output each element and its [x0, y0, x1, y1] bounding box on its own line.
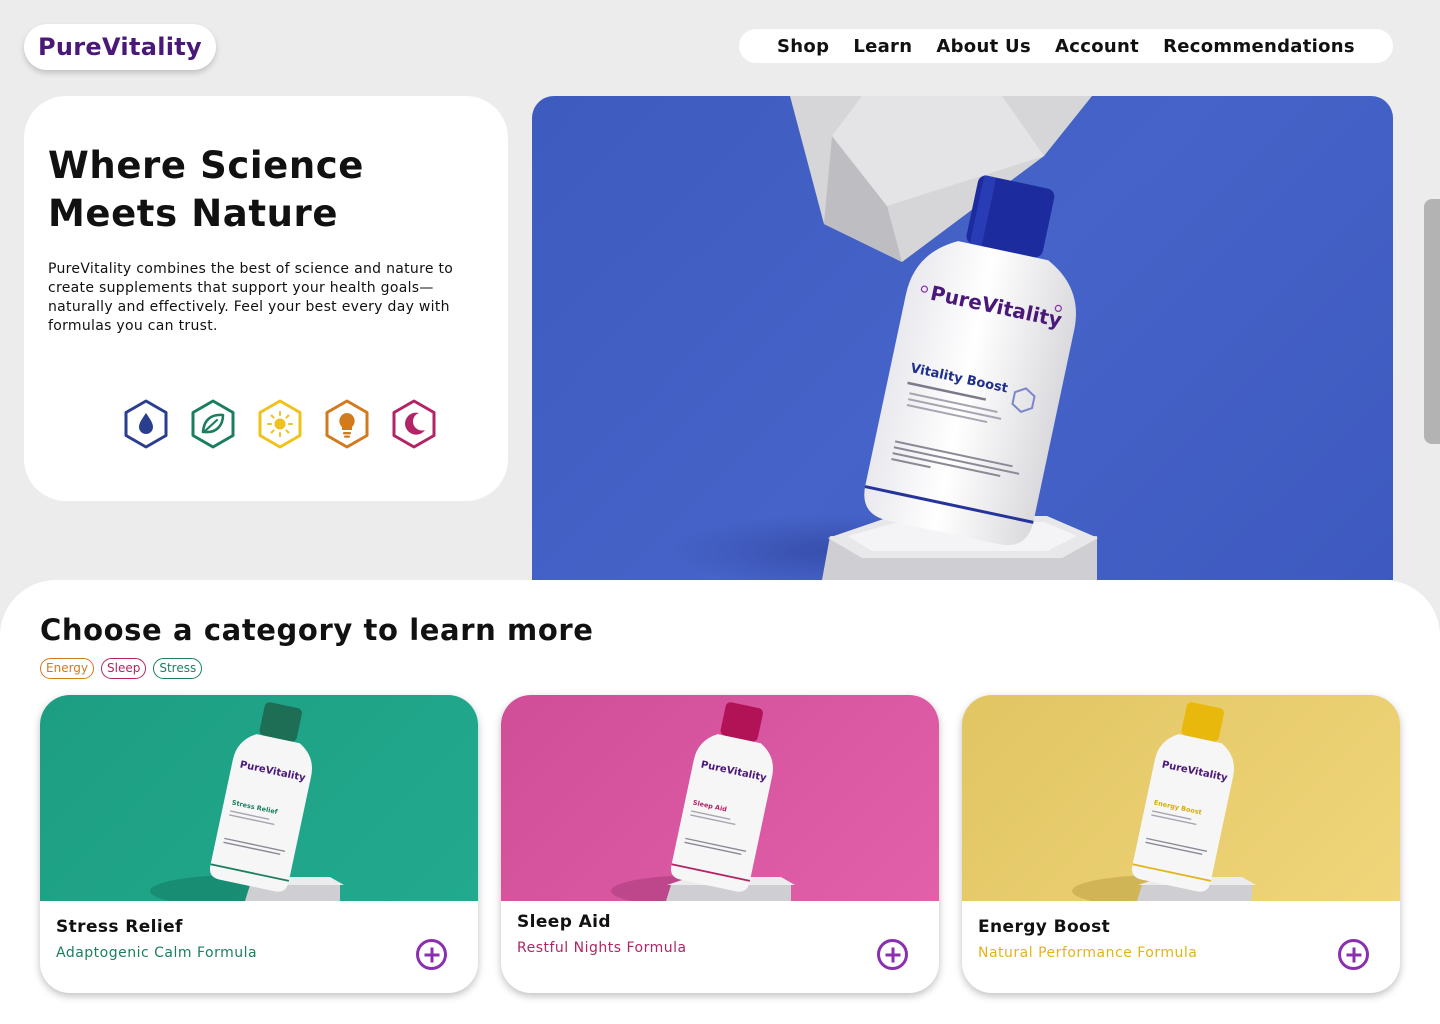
chip-energy[interactable]: Energy	[40, 658, 95, 679]
category-chips: Energy Sleep Stress	[40, 658, 203, 679]
hero-card: Where Science Meets Nature PureVitality …	[24, 96, 508, 501]
sleep-aid-image: PureVitality Sleep Aid	[501, 695, 939, 901]
card-title: Sleep Aid	[517, 912, 611, 932]
card-title: Stress Relief	[56, 917, 183, 937]
card-subtitle: Restful Nights Formula	[517, 940, 687, 956]
benefit-icons	[123, 399, 437, 449]
category-section: Choose a category to learn more Energy S…	[0, 580, 1440, 1024]
hero-product-image: PureVitality Vitality Boost	[532, 96, 1393, 580]
scrollbar[interactable]	[1424, 199, 1440, 444]
brand-name: PureVitality	[37, 33, 202, 61]
nav-shop[interactable]: Shop	[777, 36, 829, 57]
vitality-boost-bottle-image: PureVitality Vitality Boost	[672, 96, 1098, 580]
add-sleep-aid-button[interactable]	[877, 939, 908, 970]
hero-description: PureVitality combines the best of scienc…	[48, 261, 454, 334]
card-stress-relief[interactable]: PureVitality Stress Relief Stress Relief…	[40, 695, 478, 993]
card-title: Energy Boost	[978, 917, 1111, 937]
leaf-icon	[191, 399, 235, 449]
chip-stress[interactable]: Stress	[153, 658, 203, 679]
sleep-aid-bottle-image: PureVitality Sleep Aid	[611, 702, 795, 901]
stress-relief-image: PureVitality Stress Relief	[40, 695, 478, 901]
section-title: Choose a category to learn more	[40, 613, 594, 647]
hero-title: Where Science Meets Nature	[48, 144, 364, 235]
sun-icon	[258, 399, 302, 449]
moon-icon	[392, 399, 436, 449]
nav-about-us[interactable]: About Us	[936, 36, 1031, 57]
stress-relief-bottle-image: PureVitality Stress Relief	[150, 702, 344, 901]
lightbulb-icon	[325, 399, 369, 449]
chip-sleep[interactable]: Sleep	[101, 658, 147, 679]
logo[interactable]: PureVitality	[24, 24, 216, 70]
add-stress-relief-button[interactable]	[416, 939, 447, 970]
energy-boost-bottle-image: PureVitality Energy Boost	[1072, 702, 1256, 901]
water-drop-icon	[124, 399, 168, 449]
energy-boost-image: PureVitality Energy Boost	[962, 695, 1400, 901]
nav-account[interactable]: Account	[1055, 36, 1139, 57]
card-sleep-aid[interactable]: PureVitality Sleep Aid Sleep Aid Restful…	[501, 695, 939, 993]
main-nav: Shop Learn About Us Account Recommendati…	[739, 29, 1393, 63]
card-subtitle: Natural Performance Formula	[978, 945, 1198, 961]
card-energy-boost[interactable]: PureVitality Energy Boost Energy Boost N…	[962, 695, 1400, 993]
card-subtitle: Adaptogenic Calm Formula	[56, 945, 258, 961]
nav-learn[interactable]: Learn	[853, 36, 912, 57]
nav-recommendations[interactable]: Recommendations	[1163, 36, 1355, 57]
add-energy-boost-button[interactable]	[1338, 939, 1369, 970]
